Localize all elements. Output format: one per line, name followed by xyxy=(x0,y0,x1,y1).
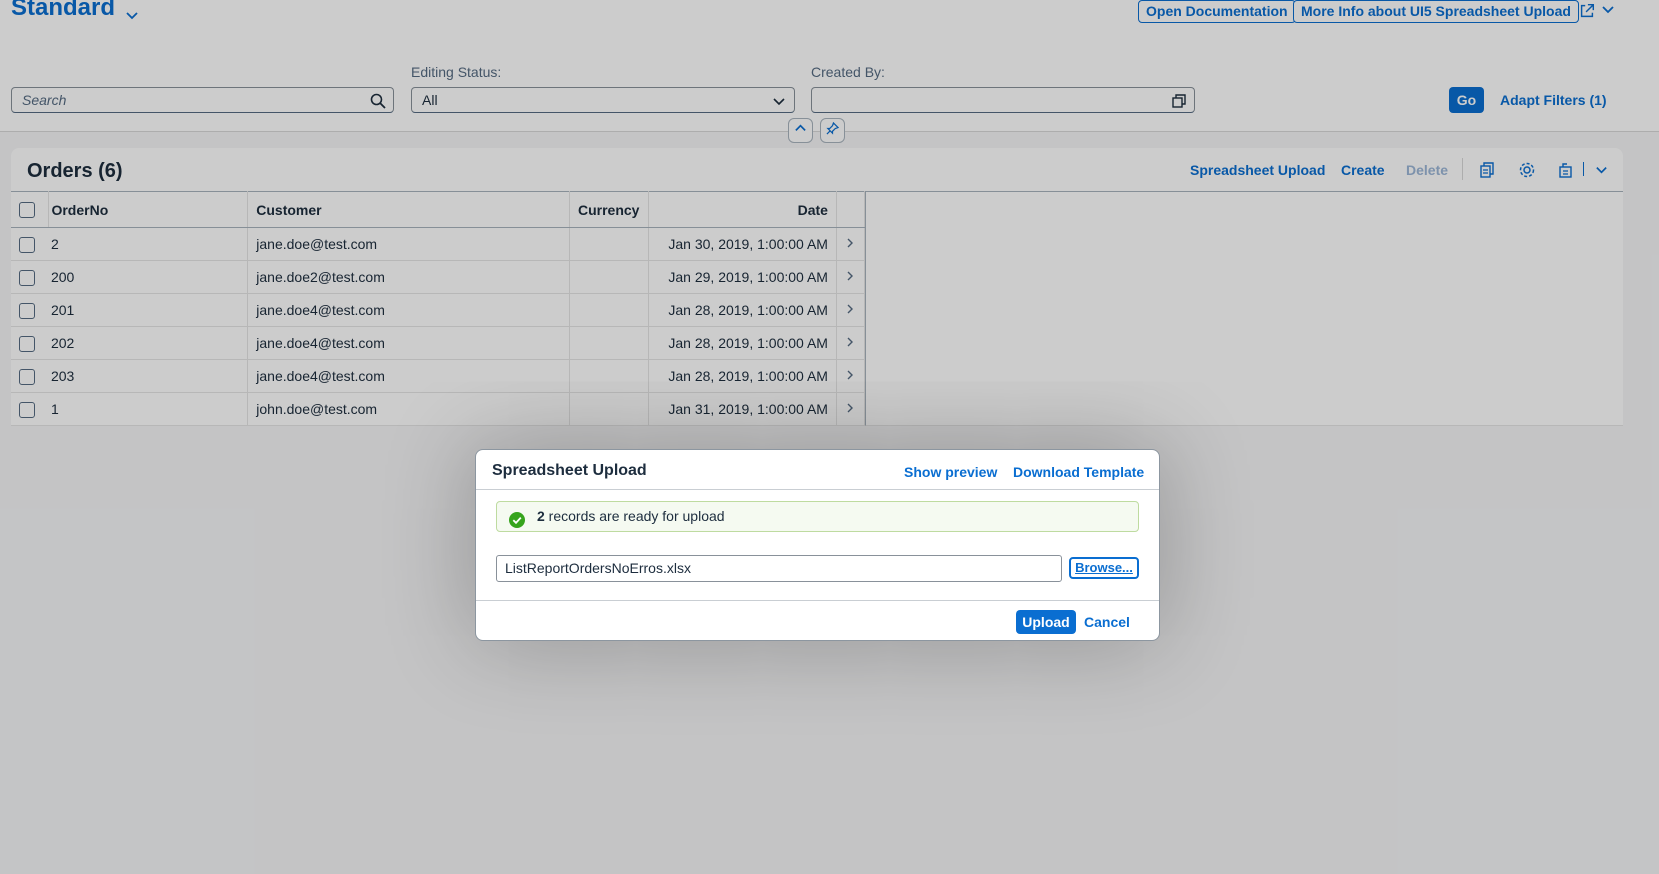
spreadsheet-upload-dialog: Spreadsheet Upload Show preview Download… xyxy=(475,449,1160,641)
success-message-strip: 2 records are ready for upload xyxy=(496,501,1139,532)
success-icon xyxy=(509,509,525,528)
dialog-footer-divider xyxy=(476,600,1159,601)
message-count: 2 xyxy=(537,508,545,524)
dialog-header-divider xyxy=(476,489,1159,490)
file-name-input[interactable]: ListReportOrdersNoErros.xlsx xyxy=(496,555,1062,582)
upload-button[interactable]: Upload xyxy=(1016,610,1076,634)
message-text: records are ready for upload xyxy=(544,508,725,524)
cancel-button[interactable]: Cancel xyxy=(1084,614,1130,630)
modal-overlay xyxy=(0,0,1659,874)
download-template-button[interactable]: Download Template xyxy=(1013,464,1144,480)
browse-button[interactable]: Browse... xyxy=(1069,557,1139,579)
dialog-title: Spreadsheet Upload xyxy=(492,462,647,479)
show-preview-button[interactable]: Show preview xyxy=(904,464,997,480)
